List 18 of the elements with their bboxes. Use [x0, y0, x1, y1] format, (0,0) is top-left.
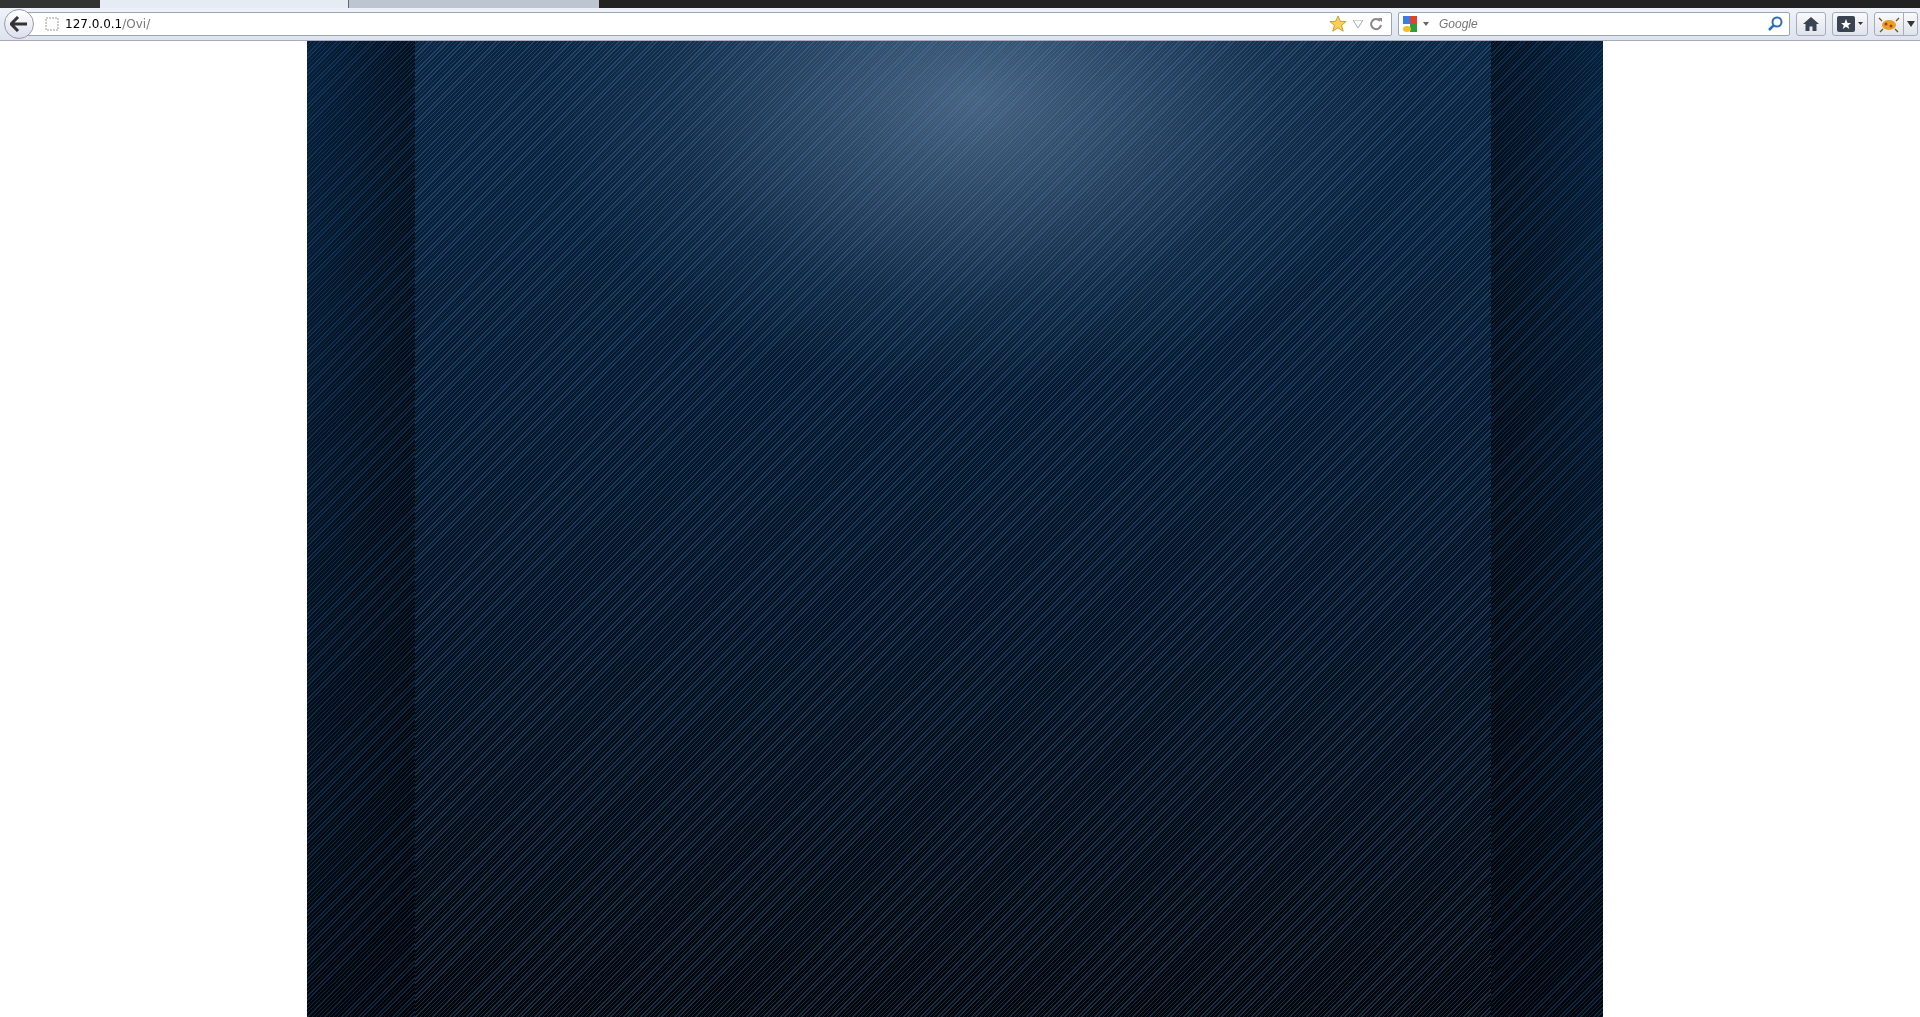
back-arrow-icon [10, 16, 28, 32]
home-button[interactable] [1796, 12, 1826, 36]
search-field[interactable]: Google [1398, 12, 1790, 36]
search-input[interactable]: Google [1437, 16, 1763, 32]
back-button[interactable] [4, 9, 34, 39]
bookmarks-button[interactable] [1832, 12, 1868, 36]
bug-icon [1877, 15, 1900, 33]
home-icon [1802, 16, 1820, 32]
addon-button[interactable] [1874, 12, 1918, 36]
bookmark-star-icon [1836, 15, 1864, 33]
star-icon[interactable] [1329, 15, 1347, 33]
reload-icon[interactable] [1369, 17, 1383, 31]
dropdown-triangle-icon [1906, 21, 1915, 27]
url-text: 127.0.0.1/Ovi/ [65, 17, 151, 31]
address-bar[interactable]: 127.0.0.1/Ovi/ [26, 12, 1392, 36]
search-icon[interactable] [1767, 16, 1783, 32]
dropdown-triangle-icon[interactable] [1353, 20, 1363, 28]
page-icon [45, 17, 59, 31]
